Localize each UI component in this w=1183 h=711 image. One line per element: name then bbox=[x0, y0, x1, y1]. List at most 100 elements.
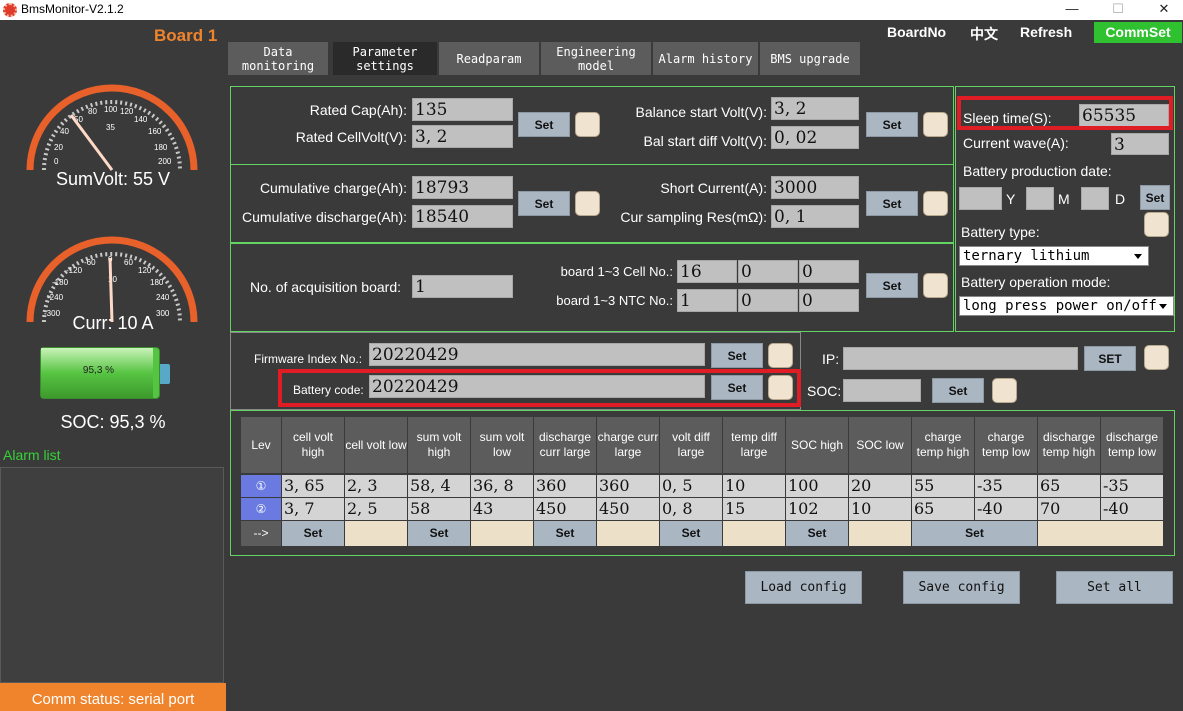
table-cell[interactable]: 20 bbox=[849, 475, 911, 497]
bal-diff-input[interactable]: 0, 02 bbox=[771, 126, 859, 149]
table-cell[interactable]: 450 bbox=[534, 498, 596, 520]
checkbox[interactable] bbox=[923, 273, 948, 298]
ip-input[interactable] bbox=[843, 347, 1078, 370]
alarm-list[interactable] bbox=[0, 467, 224, 683]
refresh-button[interactable]: Refresh bbox=[1020, 24, 1072, 40]
load-config-button[interactable]: Load config bbox=[745, 571, 862, 604]
tab-bms-upgrade[interactable]: BMS upgrade bbox=[760, 42, 860, 75]
rated-cap-input[interactable]: 135 bbox=[412, 98, 513, 121]
checkbox[interactable] bbox=[723, 521, 785, 546]
set-button[interactable]: Set bbox=[408, 521, 470, 546]
table-cell[interactable]: 100 bbox=[786, 475, 848, 497]
table-cell[interactable]: 10 bbox=[723, 475, 785, 497]
table-cell[interactable]: 2, 3 bbox=[345, 475, 407, 497]
set-button[interactable]: Set bbox=[932, 378, 984, 403]
table-cell[interactable]: 3, 65 bbox=[282, 475, 344, 497]
firmware-input[interactable]: 20220429 bbox=[369, 343, 705, 366]
minimize-button[interactable]: — bbox=[1050, 0, 1094, 20]
table-cell[interactable]: 65 bbox=[912, 498, 974, 520]
set-button[interactable]: Set bbox=[786, 521, 848, 546]
table-cell[interactable]: 36, 8 bbox=[471, 475, 533, 497]
table-cell[interactable]: 0, 8 bbox=[660, 498, 722, 520]
table-cell[interactable]: 58 bbox=[408, 498, 470, 520]
checkbox[interactable] bbox=[345, 521, 407, 546]
cum-charge-input[interactable]: 18793 bbox=[412, 176, 513, 199]
operation-mode-select[interactable]: long press power on/off bbox=[959, 296, 1174, 316]
table-cell[interactable]: 10 bbox=[849, 498, 911, 520]
table-cell[interactable]: 70 bbox=[1038, 498, 1100, 520]
set-button[interactable]: Set bbox=[534, 521, 596, 546]
prod-month-input[interactable] bbox=[1026, 187, 1054, 210]
close-button[interactable]: ✕ bbox=[1142, 0, 1183, 20]
tab-data-monitoring[interactable]: Data monitoring bbox=[228, 42, 328, 75]
checkbox[interactable] bbox=[1038, 521, 1163, 546]
language-button[interactable]: 中文 bbox=[970, 24, 998, 44]
current-wave-input[interactable]: 3 bbox=[1111, 133, 1169, 155]
tab-alarm-history[interactable]: Alarm history bbox=[653, 42, 758, 75]
checkbox[interactable] bbox=[923, 191, 948, 216]
prod-day-input[interactable] bbox=[1081, 187, 1109, 210]
cur-sampling-input[interactable]: 0, 1 bbox=[771, 205, 859, 228]
set-button[interactable]: Set bbox=[518, 112, 570, 137]
set-button[interactable]: Set bbox=[282, 521, 344, 546]
set-button[interactable]: Set bbox=[912, 521, 1037, 546]
table-cell[interactable]: 2, 5 bbox=[345, 498, 407, 520]
ip-set-button[interactable]: SET bbox=[1084, 346, 1136, 371]
table-cell[interactable]: -35 bbox=[975, 475, 1037, 497]
short-current-input[interactable]: 3000 bbox=[771, 176, 859, 199]
checkbox[interactable] bbox=[471, 521, 533, 546]
maximize-button[interactable]: ☐ bbox=[1096, 0, 1140, 20]
table-cell[interactable]: 15 bbox=[723, 498, 785, 520]
set-button[interactable]: Set bbox=[1140, 185, 1170, 210]
table-cell[interactable]: 450 bbox=[597, 498, 659, 520]
checkbox[interactable] bbox=[992, 378, 1017, 403]
cell-no-input-3[interactable]: 0 bbox=[799, 260, 859, 283]
cumulative-panel: Cumulative charge(Ah): 18793 Cumulative … bbox=[230, 164, 954, 243]
table-cell[interactable]: -40 bbox=[975, 498, 1037, 520]
rated-cellvolt-input[interactable]: 3, 2 bbox=[412, 125, 513, 148]
table-cell[interactable]: 360 bbox=[534, 475, 596, 497]
checkbox[interactable] bbox=[597, 521, 659, 546]
set-button[interactable]: Set bbox=[866, 273, 918, 298]
table-cell[interactable]: 3, 7 bbox=[282, 498, 344, 520]
set-all-button[interactable]: Set all bbox=[1056, 571, 1173, 604]
balance-start-input[interactable]: 3, 2 bbox=[771, 97, 859, 120]
table-cell[interactable]: 58, 4 bbox=[408, 475, 470, 497]
acq-board-input[interactable]: 1 bbox=[412, 275, 513, 298]
boardno-button[interactable]: BoardNo bbox=[887, 24, 946, 40]
tab-engineering-model[interactable]: Engineering model bbox=[541, 42, 651, 75]
commset-button[interactable]: CommSet bbox=[1094, 22, 1182, 43]
table-cell[interactable]: 43 bbox=[471, 498, 533, 520]
tab-readparam[interactable]: Readparam bbox=[439, 42, 539, 75]
table-cell[interactable]: 102 bbox=[786, 498, 848, 520]
set-button[interactable]: Set bbox=[711, 343, 763, 368]
table-cell[interactable]: 0, 5 bbox=[660, 475, 722, 497]
tab-parameter-settings[interactable]: Parameter settings bbox=[333, 42, 437, 75]
checkbox[interactable] bbox=[768, 343, 793, 368]
battery-type-select[interactable]: ternary lithium bbox=[959, 246, 1149, 266]
table-cell[interactable]: -40 bbox=[1101, 498, 1163, 520]
checkbox[interactable] bbox=[1144, 345, 1169, 370]
ntc-no-input-1[interactable]: 1 bbox=[677, 289, 737, 312]
ntc-no-input-2[interactable]: 0 bbox=[738, 289, 798, 312]
soc-input[interactable] bbox=[843, 379, 921, 402]
cell-no-input-2[interactable]: 0 bbox=[738, 260, 798, 283]
cur-sampling-label: Cur sampling Res(mΩ): bbox=[620, 209, 767, 225]
checkbox[interactable] bbox=[849, 521, 911, 546]
cum-discharge-input[interactable]: 18540 bbox=[412, 205, 513, 228]
checkbox[interactable] bbox=[1144, 212, 1169, 237]
table-cell[interactable]: -35 bbox=[1101, 475, 1163, 497]
table-cell[interactable]: 360 bbox=[597, 475, 659, 497]
table-cell[interactable]: 55 bbox=[912, 475, 974, 497]
table-cell[interactable]: 65 bbox=[1038, 475, 1100, 497]
set-button[interactable]: Set bbox=[660, 521, 722, 546]
prod-year-input[interactable] bbox=[959, 187, 1002, 210]
ntc-no-input-3[interactable]: 0 bbox=[799, 289, 859, 312]
save-config-button[interactable]: Save config bbox=[903, 571, 1020, 604]
checkbox[interactable] bbox=[923, 112, 948, 137]
set-button[interactable]: Set bbox=[518, 191, 570, 216]
set-button[interactable]: Set bbox=[866, 191, 918, 216]
set-button[interactable]: Set bbox=[866, 112, 918, 137]
soc-label-field: SOC: bbox=[807, 383, 842, 399]
cell-no-input-1[interactable]: 16 bbox=[677, 260, 737, 283]
